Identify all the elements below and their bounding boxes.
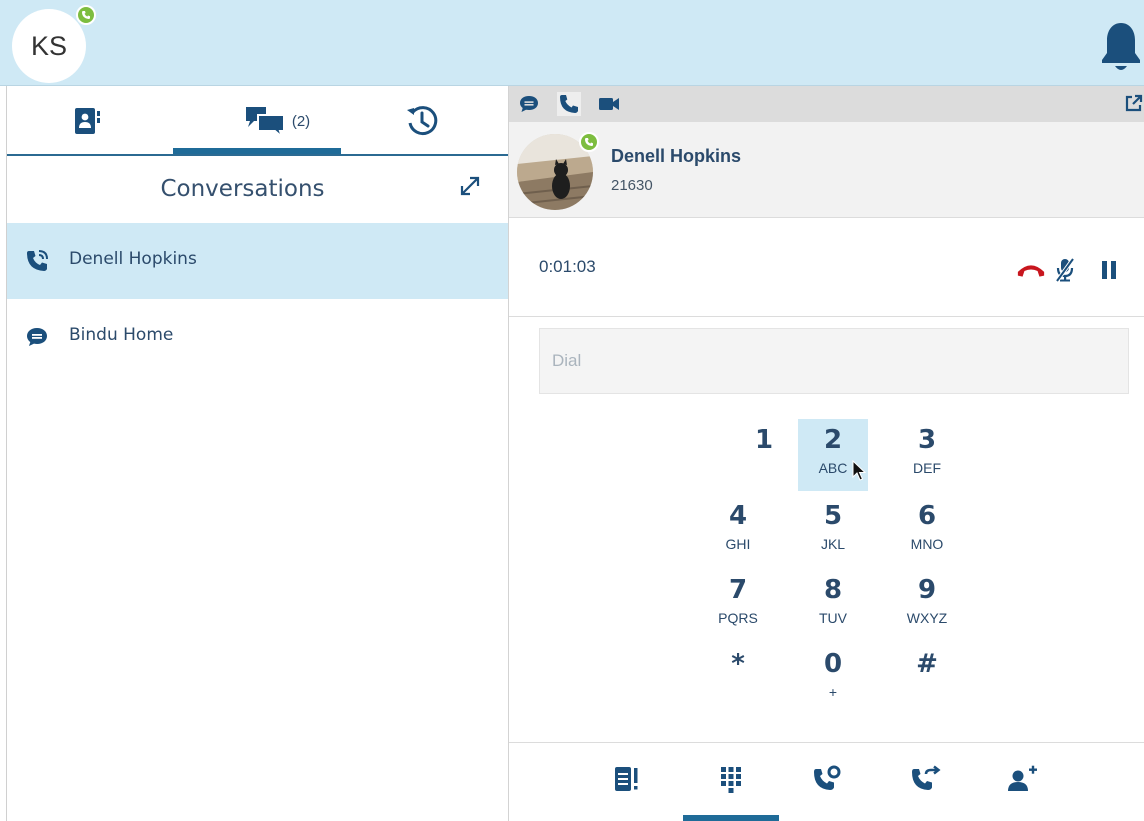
left-panel: (2) Conversations Denell Hopkins Bindu H…: [7, 86, 508, 821]
right-panel: Denell Hopkins 21630 0:01:03 Dial 1 2 AB…: [509, 86, 1144, 821]
key-8[interactable]: 8 TUV: [798, 569, 868, 641]
contact-presence-icon: [579, 132, 599, 152]
conversation-item-bindu[interactable]: Bindu Home: [7, 299, 508, 375]
contact-header: Denell Hopkins 21630: [509, 122, 1144, 218]
key-6[interactable]: 6 MNO: [892, 495, 962, 567]
hangup-icon[interactable]: [1016, 255, 1046, 285]
key-letters: MNO: [910, 536, 944, 552]
key-letters: ABC: [818, 460, 848, 476]
keypad-icon[interactable]: [713, 761, 749, 797]
key-digit: 1: [754, 425, 774, 455]
contacts-icon: [75, 108, 100, 134]
tab-chats[interactable]: (2): [227, 96, 327, 146]
call-controls-row: 0:01:03: [509, 219, 1144, 317]
user-avatar[interactable]: KS: [12, 9, 86, 83]
key-digit: *: [731, 649, 745, 679]
key-star[interactable]: *: [703, 643, 773, 715]
conversations-header: Conversations: [7, 158, 508, 222]
call-timer: 0:01:03: [539, 257, 596, 276]
history-icon: [407, 106, 438, 136]
key-digit: 3: [917, 425, 937, 455]
tab-contacts[interactable]: [62, 96, 112, 146]
dial-input[interactable]: [539, 328, 1129, 394]
key-hash[interactable]: #: [892, 643, 962, 715]
key-letters: WXYZ: [906, 610, 948, 626]
contact-name: Denell Hopkins: [611, 146, 742, 166]
expand-icon[interactable]: [459, 175, 481, 197]
conversation-label: Bindu Home: [69, 325, 174, 345]
tab-active-indicator: [173, 148, 341, 154]
key-letters: PQRS: [718, 610, 758, 626]
key-digit: 4: [728, 501, 748, 531]
key-7[interactable]: 7 PQRS: [703, 569, 773, 641]
call-active-icon: [27, 250, 48, 271]
key-digit: 7: [728, 575, 748, 605]
chats-count: (2): [291, 112, 311, 130]
key-digit: 8: [823, 575, 843, 605]
pause-icon[interactable]: [1094, 255, 1124, 285]
bell-icon[interactable]: [1098, 20, 1144, 76]
key-letters: TUV: [819, 610, 847, 626]
key-letters: GHI: [725, 536, 751, 552]
key-digit: 9: [917, 575, 937, 605]
left-edge: [0, 86, 7, 821]
chat-bubbles-icon: [245, 107, 285, 138]
key-3[interactable]: 3 DEF: [892, 419, 962, 491]
key-9[interactable]: 9 WXYZ: [892, 569, 962, 641]
transfer-icon[interactable]: [908, 761, 944, 797]
key-digit: 6: [917, 501, 937, 531]
conversations-title: Conversations: [160, 176, 325, 202]
key-2[interactable]: 2 ABC: [798, 419, 868, 491]
left-tabs: (2): [7, 86, 508, 156]
key-digit: 5: [823, 501, 843, 531]
key-5[interactable]: 5 JKL: [798, 495, 868, 567]
tab-history[interactable]: [397, 96, 447, 146]
key-4[interactable]: 4 GHI: [703, 495, 773, 567]
top-bar: KS: [0, 0, 1144, 86]
key-letters: JKL: [820, 536, 846, 552]
key-1[interactable]: 1: [729, 419, 799, 491]
video-mode-icon[interactable]: [597, 92, 621, 116]
key-digit: #: [916, 649, 938, 679]
add-participant-icon[interactable]: [1005, 761, 1041, 797]
voicemail-call-icon[interactable]: [810, 761, 846, 797]
user-initials: KS: [30, 30, 68, 61]
conversation-item-denell[interactable]: Denell Hopkins: [7, 223, 508, 299]
key-digit: 2: [823, 425, 843, 455]
chat-mode-icon[interactable]: [517, 92, 541, 116]
conversation-label: Denell Hopkins: [69, 249, 197, 269]
key-letters: DEF: [913, 460, 941, 476]
key-digit: 0: [823, 649, 843, 679]
key-0[interactable]: 0 +: [798, 643, 868, 715]
mute-icon[interactable]: [1050, 255, 1080, 285]
bottom-active-indicator: [683, 815, 779, 821]
key-letters: +: [828, 684, 838, 700]
notes-icon[interactable]: [608, 761, 644, 797]
status-phone-icon: [76, 5, 96, 25]
call-actions-bar: [509, 742, 1144, 821]
contact-extension: 21630: [611, 177, 653, 194]
popout-icon[interactable]: [1124, 93, 1144, 113]
mode-bar: [509, 86, 1144, 122]
phone-mode-icon[interactable]: [557, 92, 581, 116]
chat-icon: [27, 328, 47, 346]
